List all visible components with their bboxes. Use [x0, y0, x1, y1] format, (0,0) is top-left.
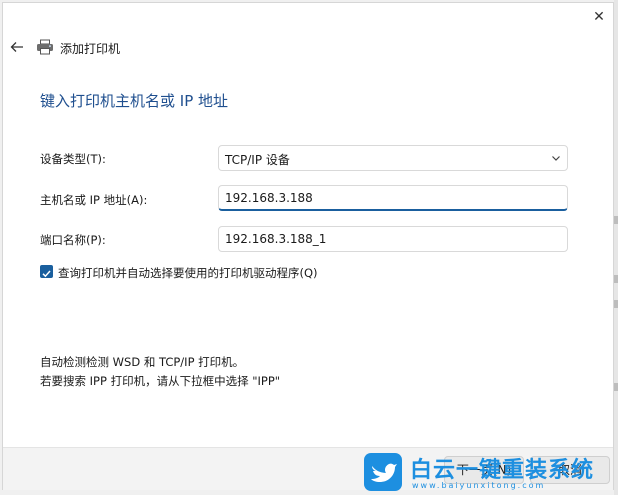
device-type-label: 设备类型(T): — [40, 152, 106, 166]
port-name-input[interactable] — [225, 231, 555, 247]
back-button[interactable] — [9, 39, 25, 55]
chevron-down-icon — [552, 156, 560, 161]
close-button[interactable]: ✕ — [588, 6, 610, 28]
hostname-input[interactable] — [225, 190, 555, 206]
port-name-label: 端口名称(P): — [40, 233, 106, 247]
info-text-line-2: 若要搜索 IPP 打印机，请从下拉框中选择 "IPP" — [40, 374, 281, 388]
info-text-line-1: 自动检测检测 WSD 和 TCP/IP 打印机。 — [40, 355, 245, 369]
close-icon: ✕ — [593, 9, 605, 25]
page-heading: 键入打印机主机名或 IP 地址 — [40, 92, 229, 110]
watermark: 白云一键重装系统 www.baiyunxitong.com — [362, 450, 617, 495]
port-name-field[interactable] — [218, 226, 568, 252]
auto-driver-checkbox[interactable] — [40, 265, 53, 278]
bird-logo-icon — [364, 453, 402, 491]
watermark-title: 白云一键重装系统 — [410, 458, 595, 483]
dialog-title: 添加打印机 — [60, 42, 121, 56]
arrow-left-icon — [10, 42, 23, 52]
background-window-edge — [614, 0, 618, 495]
device-type-value: TCP/IP 设备 — [225, 153, 290, 167]
auto-driver-label: 查询打印机并自动选择要使用的打印机驱动程序(Q) — [58, 266, 318, 280]
hostname-field[interactable] — [218, 185, 568, 211]
printer-icon — [36, 39, 54, 55]
hostname-label: 主机名或 IP 地址(A): — [40, 193, 148, 207]
device-type-select[interactable]: TCP/IP 设备 — [218, 145, 568, 171]
checkmark-icon — [42, 270, 51, 278]
watermark-url: www.baiyunxitong.com — [412, 481, 546, 490]
